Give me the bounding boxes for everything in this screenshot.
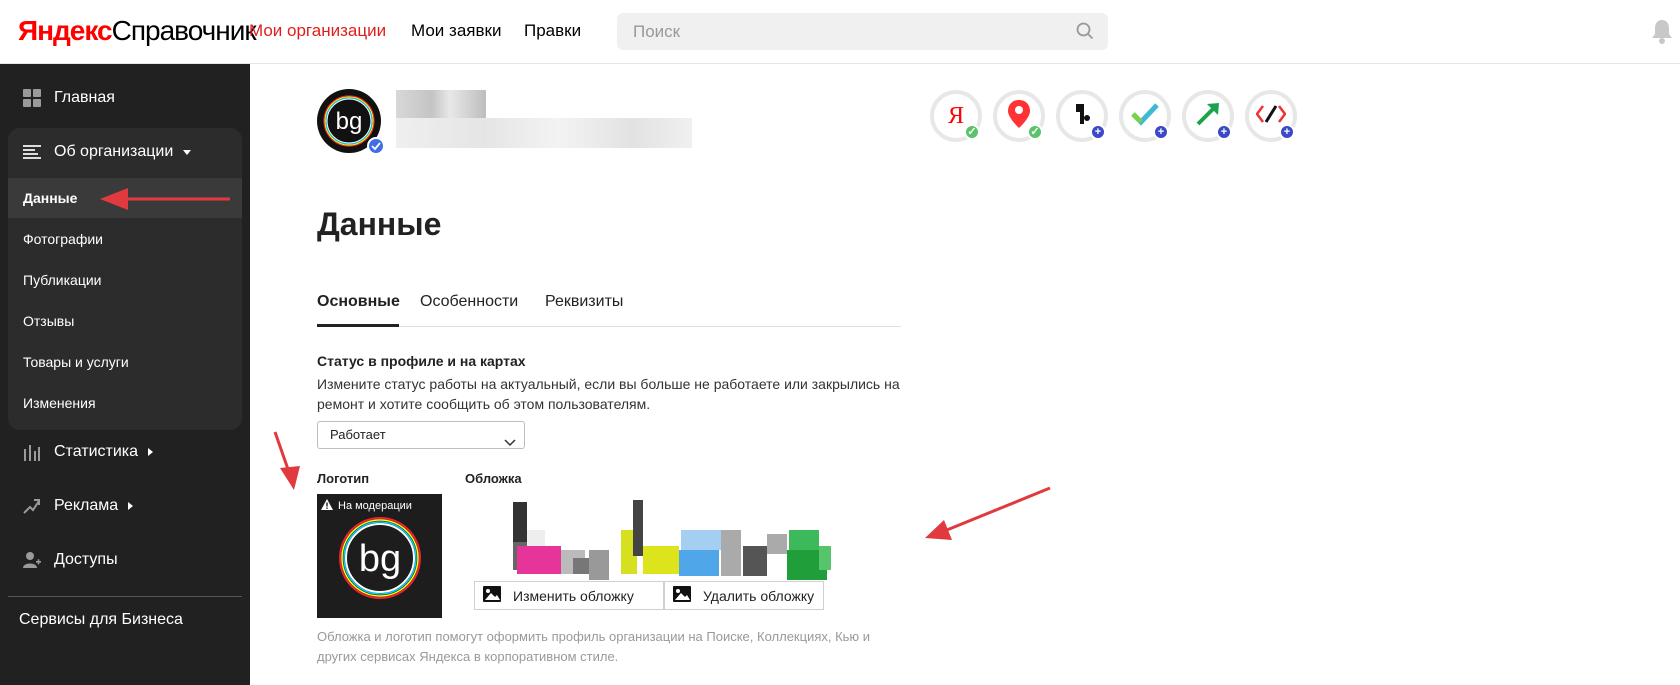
logo-yandex-text: Яндекс bbox=[18, 15, 113, 46]
service-yandex[interactable]: Я ✓ bbox=[930, 90, 982, 142]
add-plus-icon: + bbox=[1090, 124, 1106, 140]
moderation-text: На модерации bbox=[338, 500, 412, 512]
sidebar-sub-data[interactable]: Данные bbox=[8, 178, 242, 218]
sidebar-sub-changes[interactable]: Изменения bbox=[8, 383, 242, 423]
add-plus-icon: + bbox=[1153, 124, 1169, 140]
service-promo[interactable]: + bbox=[1182, 90, 1234, 142]
image-icon bbox=[673, 586, 691, 605]
search-icon[interactable] bbox=[1076, 22, 1094, 45]
search-input[interactable] bbox=[617, 13, 1037, 50]
service-check[interactable]: + bbox=[1119, 90, 1171, 142]
tab-features[interactable]: Особенности bbox=[420, 293, 518, 311]
tab-requisites[interactable]: Реквизиты bbox=[545, 293, 623, 311]
tabs-bar: Основные Особенности Реквизиты bbox=[317, 290, 901, 327]
page-title: Данные bbox=[317, 206, 442, 242]
sidebar-item-label: Реклама bbox=[54, 497, 119, 514]
status-select-value: Работает bbox=[330, 427, 386, 442]
bar-chart-icon bbox=[22, 442, 42, 462]
delete-cover-button[interactable]: Удалить обложку bbox=[664, 581, 824, 610]
org-name-blurred bbox=[396, 90, 486, 118]
annotation-arrow-logo bbox=[273, 431, 292, 476]
sidebar-item-ads[interactable]: Реклама bbox=[0, 486, 250, 526]
sidebar-item-label: Об организации bbox=[54, 143, 174, 160]
service-dev-tools[interactable]: + bbox=[1245, 90, 1297, 142]
nav-my-requests[interactable]: Мои заявки bbox=[411, 20, 501, 42]
sidebar-sub-publications[interactable]: Публикации bbox=[8, 260, 242, 300]
cover-image-pixelated[interactable] bbox=[503, 494, 857, 594]
cover-logo-hint: Обложка и логотип помогут оформить профи… bbox=[317, 629, 871, 664]
image-icon bbox=[483, 586, 501, 605]
trend-arrow-icon bbox=[22, 496, 42, 516]
sidebar-sub-goods[interactable]: Товары и услуги bbox=[8, 342, 242, 382]
annotation-arrow-cover bbox=[941, 486, 1051, 534]
sidebar-business-services[interactable]: Сервисы для Бизнеса bbox=[19, 611, 183, 629]
navigator-icon bbox=[1072, 102, 1092, 131]
sidebar: Главная Об организации Данные Фотографии… bbox=[0, 64, 250, 685]
add-plus-icon: + bbox=[1216, 124, 1232, 140]
logo-spravochnik-text: Справочник bbox=[111, 15, 257, 46]
change-cover-button[interactable]: Изменить обложку bbox=[474, 581, 664, 610]
nav-my-organizations[interactable]: Мои организации bbox=[249, 20, 386, 42]
yandex-icon: Я bbox=[947, 102, 964, 129]
moderation-badge: На модерации bbox=[321, 499, 412, 513]
chevron-down-icon bbox=[504, 430, 516, 456]
tab-main[interactable]: Основные bbox=[317, 293, 400, 311]
change-cover-label: Изменить обложку bbox=[513, 587, 634, 604]
status-title: Статус в профиле и на картах bbox=[317, 353, 526, 369]
add-plus-icon: + bbox=[1279, 124, 1295, 140]
service-navigator[interactable]: + bbox=[1056, 90, 1108, 142]
org-address-blurred bbox=[396, 118, 692, 148]
sidebar-item-label: Статистика bbox=[54, 443, 139, 460]
verified-check-icon bbox=[367, 137, 385, 155]
maps-pin-icon bbox=[1008, 99, 1030, 133]
nav-edits[interactable]: Правки bbox=[524, 20, 581, 42]
sidebar-item-label: Главная bbox=[54, 89, 115, 106]
service-maps[interactable]: ✓ bbox=[993, 90, 1045, 142]
sidebar-item-about-org[interactable]: Об организации bbox=[0, 132, 250, 172]
top-bar: ЯндексСправочник Мои организации Мои зая… bbox=[0, 0, 1680, 64]
connected-check-icon: ✓ bbox=[1027, 124, 1043, 140]
sidebar-item-access[interactable]: Доступы bbox=[0, 540, 250, 580]
caret-right-icon bbox=[128, 502, 134, 510]
yandex-spravochnik-logo[interactable]: ЯндексСправочник bbox=[18, 14, 257, 48]
sidebar-sub-reviews[interactable]: Отзывы bbox=[8, 301, 242, 341]
user-add-icon bbox=[22, 550, 42, 570]
list-lines-icon bbox=[22, 142, 42, 162]
logo-text: bg bbox=[358, 538, 400, 580]
caret-down-icon bbox=[183, 149, 192, 155]
active-tab-underline bbox=[317, 324, 399, 327]
sidebar-item-home[interactable]: Главная bbox=[0, 78, 250, 118]
warning-icon bbox=[321, 499, 333, 513]
status-select[interactable]: Работает bbox=[317, 421, 525, 449]
sidebar-item-label: Доступы bbox=[54, 551, 118, 568]
grid-icon bbox=[22, 88, 42, 108]
logo-label: Логотип bbox=[317, 471, 370, 486]
cover-label: Обложка bbox=[465, 471, 522, 486]
avatar-text: bg bbox=[336, 108, 363, 135]
caret-right-icon bbox=[148, 448, 154, 456]
delete-cover-label: Удалить обложку bbox=[703, 587, 815, 604]
sidebar-item-stats[interactable]: Статистика bbox=[0, 432, 250, 472]
bell-icon[interactable] bbox=[1651, 18, 1673, 49]
sidebar-divider bbox=[8, 596, 242, 597]
org-avatar[interactable]: bg bbox=[317, 89, 385, 155]
search-box bbox=[617, 13, 1108, 50]
sidebar-sub-photos[interactable]: Фотографии bbox=[8, 219, 242, 259]
status-description: Измените статус работы на актуальный, ес… bbox=[317, 376, 900, 412]
logo-image[interactable]: bg На модерации bbox=[317, 494, 442, 618]
connected-check-icon: ✓ bbox=[964, 124, 980, 140]
